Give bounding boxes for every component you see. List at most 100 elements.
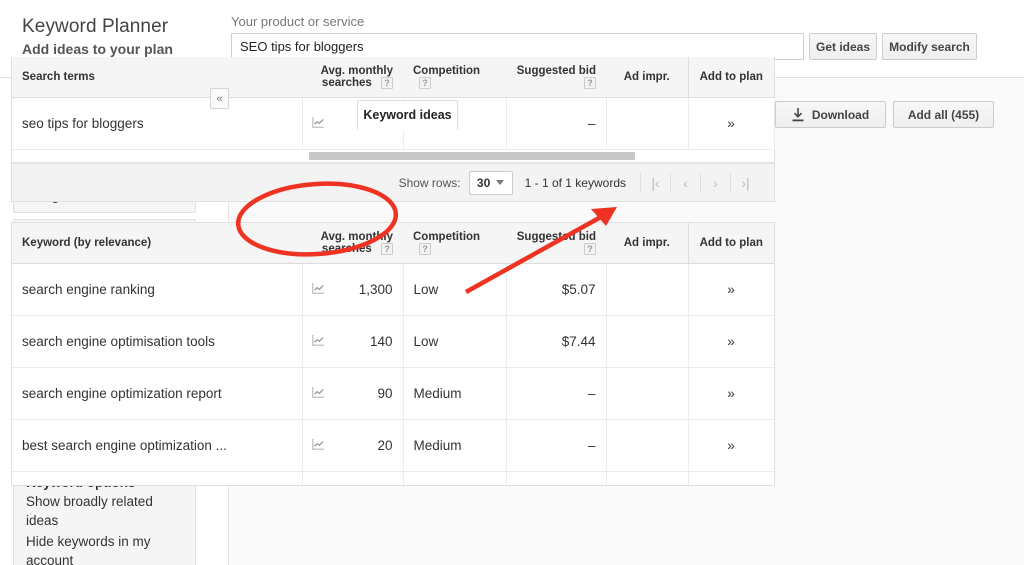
searches-value: 20 [377,438,393,453]
searches-value: 1,300 [358,282,393,297]
keyword-option-1: Show broadly related ideas [26,494,153,528]
cell-keyword: search engine ranking [12,263,303,316]
cell-competition [403,471,507,485]
cell-suggested-bid: – [506,367,607,420]
th-avg-monthly-searches[interactable]: Avg. monthly searches ? [302,223,403,264]
cell-competition: Medium [403,367,507,420]
get-ideas-button[interactable]: Get ideas [809,33,877,60]
cell-ad-impr [606,471,689,485]
next-page-button[interactable]: › [700,172,730,193]
th-add-to-plan: Add to plan [687,57,774,98]
chevron-down-icon [496,180,505,185]
th-ad-impr[interactable]: Ad impr. [606,223,688,264]
th-label: Competition [413,65,481,77]
help-icon[interactable]: ? [419,243,431,255]
results-count: 1 - 1 of 1 keywords [524,175,626,190]
cell-suggested-bid: – [506,419,607,472]
cell-ad-impr [606,419,689,472]
help-icon[interactable]: ? [584,243,596,255]
first-page-button[interactable]: |‹ [640,172,670,193]
cell-ad-impr [606,315,689,368]
table-row[interactable]: best search engine optimization ... 20 M… [12,419,774,472]
download-icon [792,107,804,121]
cell-competition: Low [403,263,507,316]
table-header-row: Search terms Avg. monthly searches ? Com… [12,57,774,98]
cell-suggested-bid: $7.44 [506,315,607,368]
help-icon[interactable]: ? [381,243,393,255]
cell-keyword [12,471,303,485]
horizontal-scrollbar-track[interactable] [12,150,774,163]
cell-search-term: seo tips for bloggers [12,97,303,150]
th-add-to-plan: Add to plan [687,223,774,264]
cell-avg-monthly-searches: 20 [302,419,404,472]
searches-value: 140 [369,334,393,349]
modify-search-button[interactable]: Modify search [882,33,977,60]
keyword-ideas-table: Keyword (by relevance) Avg. monthly sear… [12,223,774,485]
download-button[interactable]: Download [775,101,886,128]
cell-ad-impr [606,367,689,420]
cell-suggested-bid: $5.07 [506,263,607,316]
table-header-row: Keyword (by relevance) Avg. monthly sear… [12,223,774,264]
last-page-button[interactable]: ›| [730,172,760,193]
table-row[interactable] [12,471,774,485]
keyword-option-2: Hide keywords in my account [26,534,151,565]
cell-add-to-plan[interactable] [688,471,774,485]
horizontal-scrollbar-thumb[interactable] [309,152,635,160]
cell-avg-monthly-searches [302,471,404,485]
cell-add-to-plan[interactable]: » [688,97,775,150]
cell-competition: Low [403,315,507,368]
cell-avg-monthly-searches: 1,300 [302,263,404,316]
cell-keyword: best search engine optimization ... [12,419,303,472]
th-competition[interactable]: Competition ? [403,57,506,98]
rows-value: 30 [476,175,491,190]
th-label: Suggested bid [516,231,596,243]
rows-per-page-select[interactable]: 30 [468,170,513,195]
mini-chart-icon[interactable] [311,386,325,402]
cell-ad-impr [606,97,689,150]
mini-chart-icon[interactable] [311,438,325,454]
cell-add-to-plan[interactable]: » [688,419,774,472]
keyword-ideas-rows: search engine ranking 1,300 Low $5.07 » … [12,263,774,485]
th-suggested-bid[interactable]: Suggested bid ? [506,57,606,98]
table-row[interactable]: search engine optimization report 90 Med… [12,367,774,420]
th-ad-impr[interactable]: Ad impr. [606,57,688,98]
cell-competition: Medium [403,419,507,472]
cell-suggested-bid: – [506,97,607,150]
collapse-sidebar-button[interactable]: « [210,88,229,109]
cell-keyword: search engine optimization report [12,367,303,420]
cell-add-to-plan[interactable]: » [688,315,774,368]
cell-add-to-plan[interactable]: » [688,263,774,316]
table-row[interactable]: search engine ranking 1,300 Low $5.07 » [12,263,774,316]
mini-chart-icon[interactable] [311,116,325,132]
help-icon[interactable]: ? [419,77,431,89]
th-search-terms[interactable]: Search terms [12,57,302,98]
table-row[interactable]: search engine optimisation tools 140 Low… [12,315,774,368]
cell-add-to-plan[interactable]: » [688,367,774,420]
help-icon[interactable]: ? [584,77,596,89]
th-avg-monthly-searches[interactable]: Avg. monthly searches ? [302,57,403,98]
app-title: Keyword Planner [22,16,169,37]
th-label: Competition [413,231,481,243]
previous-page-button[interactable]: ‹ [670,172,700,193]
mini-chart-icon[interactable] [311,282,325,298]
mini-chart-icon[interactable] [311,334,325,350]
help-icon[interactable]: ? [381,77,393,89]
cell-keyword: search engine optimisation tools [12,315,303,368]
product-or-service-input[interactable] [231,33,804,60]
app-subtitle: Add ideas to your plan [22,41,173,57]
tab-keyword-ideas[interactable]: Keyword ideas [357,100,458,130]
th-keyword-by-relevance[interactable]: Keyword (by relevance) [12,223,302,264]
cell-avg-monthly-searches: 140 [302,315,404,368]
cell-suggested-bid [506,471,607,485]
show-rows-label: Show rows: [398,175,461,190]
product-field-label: Your product or service [231,14,365,29]
keyword-ideas-panel: Keyword (by relevance) Avg. monthly sear… [11,222,775,486]
th-label: Suggested bid [516,65,596,77]
cell-ad-impr [606,263,689,316]
download-label: Download [811,107,870,122]
th-competition[interactable]: Competition ? [403,223,506,264]
pagination-bar: Show rows: 30 1 - 1 of 1 keywords |‹ ‹ ›… [12,163,774,201]
cell-avg-monthly-searches: 90 [302,367,404,420]
add-all-button[interactable]: Add all (455) [893,101,994,128]
th-suggested-bid[interactable]: Suggested bid ? [506,223,606,264]
